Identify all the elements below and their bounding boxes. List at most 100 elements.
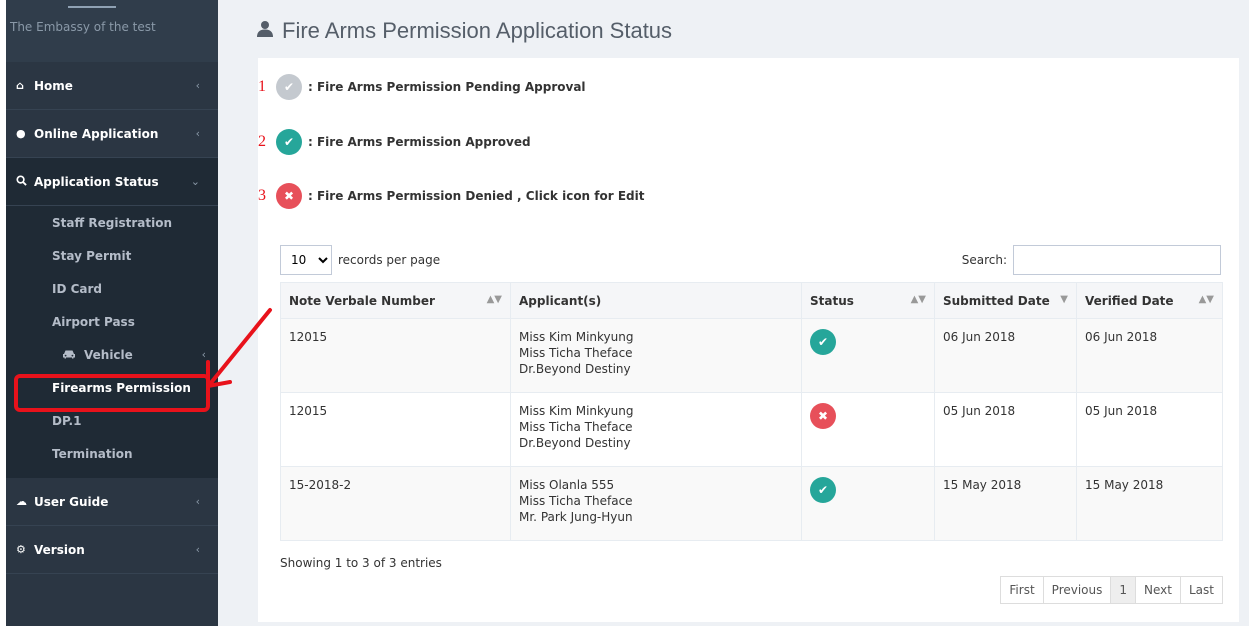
chevron-left-icon: ‹ — [195, 127, 200, 140]
cloud-icon: ☁ — [16, 495, 27, 508]
submenu-item-label: Airport Pass — [52, 314, 135, 329]
annotation-number: 2 — [258, 133, 266, 150]
column-header-submitted-date[interactable]: Submitted Date ▼ — [934, 282, 1077, 319]
search-label: Search: — [961, 253, 1007, 267]
sidebar-item-user-guide[interactable]: ☁ User Guide ‹ — [6, 478, 218, 526]
applicant-name: Miss Ticha Theface — [519, 346, 633, 360]
column-header-note-verbale-number[interactable]: Note Verbale Number ▲▼ — [280, 282, 511, 319]
column-header-label: Status — [810, 293, 854, 308]
table-row: 15-2018-2 Miss Olanla 555 Miss Ticha The… — [280, 466, 1223, 541]
annotation-number: 3 — [258, 187, 266, 204]
submenu-item-id-card[interactable]: ID Card — [6, 272, 218, 305]
column-header-label: Verified Date — [1085, 293, 1174, 308]
column-header-verified-date[interactable]: Verified Date ▲▼ — [1076, 282, 1223, 319]
pagination-last[interactable]: Last — [1180, 576, 1223, 604]
search-icon — [16, 174, 28, 189]
sidebar-item-label: Version — [34, 542, 85, 557]
check-icon: ✔ — [810, 329, 836, 355]
chevron-down-icon: ⌄ — [190, 175, 200, 188]
submenu-item-label: ID Card — [52, 281, 103, 296]
legend-approved: 2 ✔ : Fire Arms Permission Approved — [258, 129, 531, 155]
submenu-item-staff-registration[interactable]: Staff Registration — [6, 206, 218, 239]
user-icon — [256, 18, 274, 44]
sidebar-item-label: Home — [34, 78, 73, 93]
applications-table: Note Verbale Number ▲▼ Applicant(s) Stat… — [280, 282, 1223, 541]
table-row: 12015 Miss Kim Minkyung Miss Ticha Thefa… — [280, 318, 1223, 393]
column-header-applicants: Applicant(s) — [510, 282, 802, 319]
sort-icon: ▲▼ — [1198, 293, 1214, 305]
records-per-page-label: records per page — [338, 253, 441, 267]
table-info: Showing 1 to 3 of 3 entries — [280, 556, 442, 570]
times-icon[interactable]: ✖ — [810, 403, 836, 429]
legend-pending: 1 ✔ : Fire Arms Permission Pending Appro… — [258, 74, 586, 100]
cell-number: 12015 — [280, 392, 511, 467]
legend-text: : Fire Arms Permission Pending Approval — [308, 80, 586, 94]
column-header-label: Submitted Date — [943, 293, 1050, 308]
sidebar-item-label: Application Status — [34, 174, 159, 189]
search-box: Search: — [962, 245, 1221, 275]
chevron-left-icon: ‹ — [195, 495, 200, 508]
sort-desc-icon: ▼ — [1060, 293, 1068, 305]
column-header-label: Note Verbale Number — [289, 293, 435, 308]
cell-verified: 15 May 2018 — [1076, 466, 1223, 541]
records-per-page-select[interactable]: 10 — [280, 245, 332, 275]
cell-applicants: Miss Kim Minkyung Miss Ticha Theface Dr.… — [510, 392, 802, 467]
gears-icon: ⚙ — [16, 543, 26, 556]
pagination-previous[interactable]: Previous — [1042, 576, 1112, 604]
cell-status: ✖ — [801, 392, 935, 467]
sidebar-item-version[interactable]: ⚙ Version ‹ — [6, 526, 218, 574]
sort-icon: ▲▼ — [486, 293, 502, 305]
pagination-page[interactable]: 1 — [1110, 576, 1137, 604]
table-header-row: Note Verbale Number ▲▼ Applicant(s) Stat… — [280, 282, 1223, 319]
submenu-item-airport-pass[interactable]: Airport Pass — [6, 305, 218, 338]
applicant-name: Mr. Park Jung-Hyun — [519, 510, 633, 524]
applicant-name: Miss Ticha Theface — [519, 494, 633, 508]
check-icon: ✔ — [276, 74, 302, 100]
submenu-item-vehicle[interactable]: Vehicle ‹ — [6, 338, 218, 371]
pagination-first[interactable]: First — [1000, 576, 1044, 604]
cell-verified: 06 Jun 2018 — [1076, 318, 1223, 393]
chevron-left-icon: ‹ — [195, 543, 200, 556]
brand-tab-line — [68, 6, 116, 8]
main-content: Fire Arms Permission Application Status … — [218, 0, 1249, 626]
legend-text: : Fire Arms Permission Approved — [308, 135, 531, 149]
page-title: Fire Arms Permission Application Status — [256, 18, 672, 44]
annotation-highlight-box — [14, 374, 210, 412]
cell-verified: 05 Jun 2018 — [1076, 392, 1223, 467]
sort-icon: ▲▼ — [910, 293, 926, 305]
legend-denied: 3 ✖ : Fire Arms Permission Denied , Clic… — [258, 183, 644, 209]
applicant-name: Dr.Beyond Destiny — [519, 436, 631, 450]
application-status-submenu: Staff Registration Stay Permit ID Card A… — [6, 206, 218, 478]
pagination-next[interactable]: Next — [1135, 576, 1181, 604]
cell-submitted: 06 Jun 2018 — [934, 318, 1077, 393]
sidebar: The Embassy of the test ⌂ Home ‹ ● Onlin… — [6, 0, 218, 626]
search-input[interactable] — [1013, 245, 1221, 275]
cell-status: ✔ — [801, 318, 935, 393]
content-panel: 1 ✔ : Fire Arms Permission Pending Appro… — [258, 58, 1239, 622]
applicant-name: Miss Olanla 555 — [519, 478, 615, 492]
submenu-item-termination[interactable]: Termination — [6, 437, 218, 470]
brand: The Embassy of the test — [6, 0, 218, 62]
annotation-arrow — [206, 308, 272, 388]
home-icon: ⌂ — [16, 79, 24, 92]
chevron-left-icon: ‹ — [195, 79, 200, 92]
annotation-number: 1 — [258, 78, 266, 95]
sidebar-item-home[interactable]: ⌂ Home ‹ — [6, 62, 218, 110]
check-icon: ✔ — [810, 477, 836, 503]
table-row: 12015 Miss Kim Minkyung Miss Ticha Thefa… — [280, 392, 1223, 467]
pagination: First Previous 1 Next Last — [1000, 576, 1223, 604]
car-icon — [62, 348, 76, 362]
column-header-status[interactable]: Status ▲▼ — [801, 282, 935, 319]
sidebar-item-application-status[interactable]: Application Status ⌄ — [6, 158, 218, 206]
sidebar-item-label: Online Application — [34, 126, 159, 141]
applicant-name: Miss Kim Minkyung — [519, 330, 634, 344]
cell-status: ✔ — [801, 466, 935, 541]
submenu-item-label: Stay Permit — [52, 248, 132, 263]
submenu-item-stay-permit[interactable]: Stay Permit — [6, 239, 218, 272]
page-title-text: Fire Arms Permission Application Status — [282, 18, 673, 43]
times-icon: ✖ — [276, 183, 302, 209]
submenu-item-label: Vehicle — [84, 347, 133, 362]
applicant-name: Miss Ticha Theface — [519, 420, 633, 434]
brand-text: The Embassy of the test — [10, 20, 156, 34]
sidebar-item-online-application[interactable]: ● Online Application ‹ — [6, 110, 218, 158]
